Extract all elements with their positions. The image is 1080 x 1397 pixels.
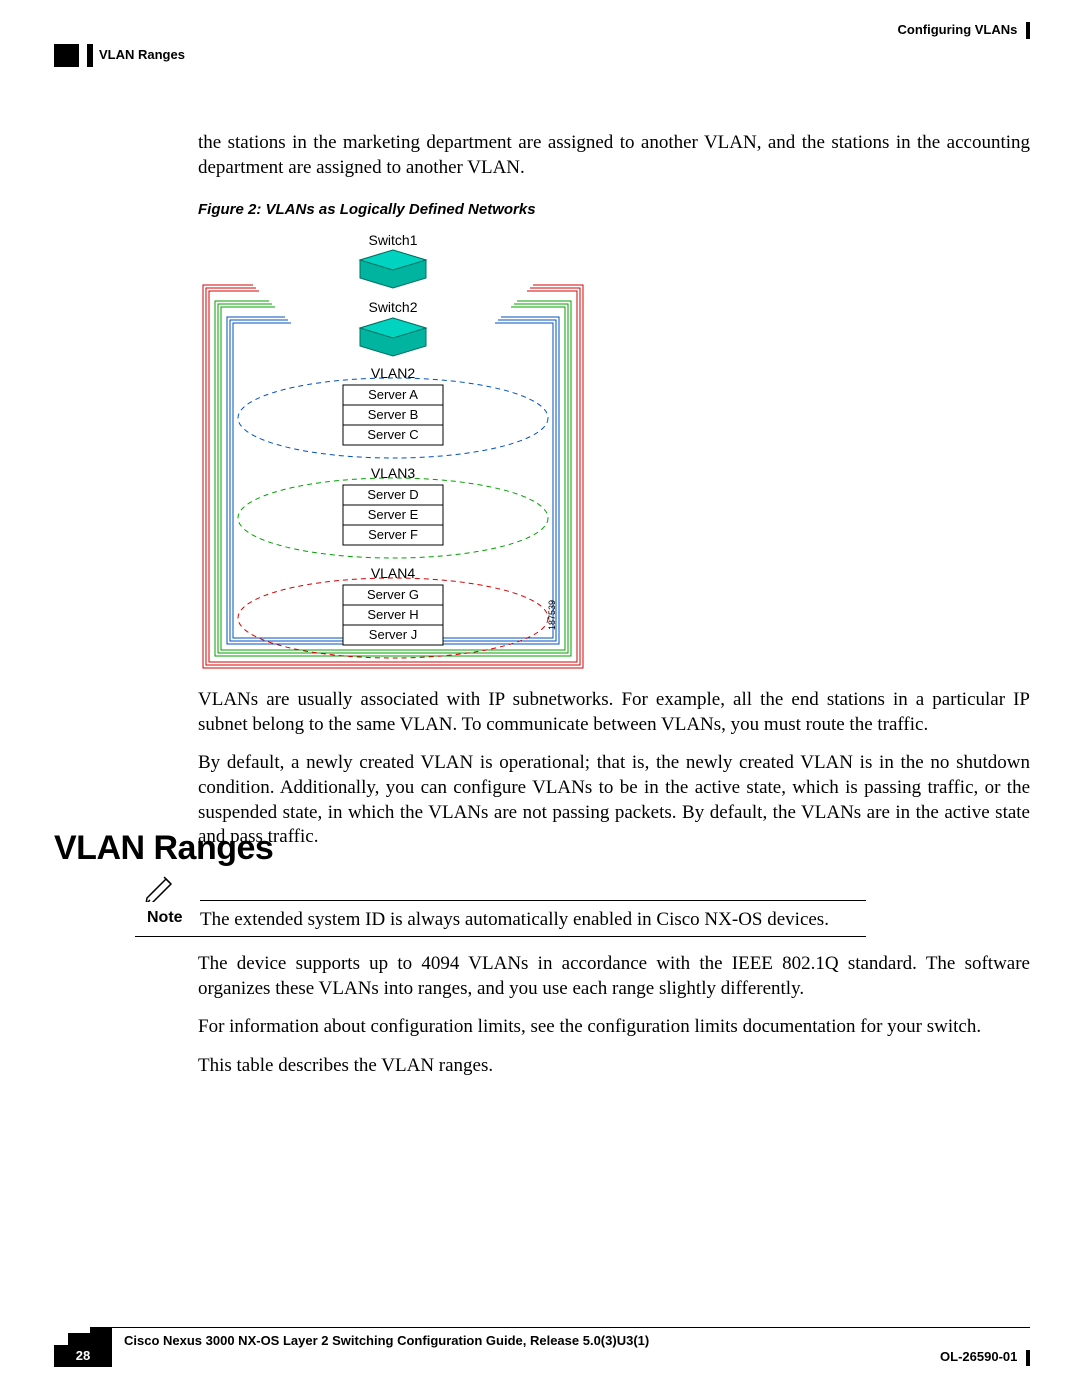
page-number: 28 [54,1345,112,1367]
server-b: Server B [368,407,419,422]
pencil-icon [144,874,176,902]
chapter-title: Configuring VLANs [897,22,1030,39]
section-p2: For information about configuration limi… [198,1015,1030,1040]
footer-book-title: Cisco Nexus 3000 NX-OS Layer 2 Switching… [124,1333,649,1350]
page-header: Configuring VLANs VLAN Ranges [54,22,1030,58]
content-column: the stations in the marketing department… [198,131,1030,864]
below-note: The device supports up to 4094 VLANs in … [198,952,1030,1093]
footer-doc-id: OL-26590-01 [940,1349,1030,1366]
footer-bar-icon [1026,1350,1030,1366]
post-figure-p1: VLANs are usually associated with IP sub… [198,688,1030,737]
server-c: Server C [367,427,418,442]
switch2-label: Switch2 [368,299,417,315]
chapter-title-text: Configuring VLANs [897,22,1017,37]
post-figure-p2: By default, a newly created VLAN is oper… [198,751,1030,850]
vlan-diagram: Switch1 Switch2 VLAN2 Server A Server B … [198,230,588,670]
note-text: The extended system ID is always automat… [200,908,829,933]
footer-step-icon [54,1327,112,1345]
intro-paragraph: the stations in the marketing department… [198,131,1030,180]
diagram-svg: Switch1 Switch2 VLAN2 Server A Server B … [198,230,588,670]
server-d: Server D [367,487,418,502]
page-footer: Cisco Nexus 3000 NX-OS Layer 2 Switching… [54,1327,1030,1377]
section-p3: This table describes the VLAN ranges. [198,1054,1030,1079]
note-rule-bottom [135,936,866,937]
header-bar-icon [1026,22,1030,39]
header-chip-icon [87,44,93,67]
figure-id: 187539 [547,600,557,630]
section-p1: The device supports up to 4094 VLANs in … [198,952,1030,1001]
header-square-icon [54,44,79,67]
doc-id-text: OL-26590-01 [940,1349,1017,1364]
server-g: Server G [367,587,419,602]
note-rule-top [200,900,866,901]
switch1-label: Switch1 [368,232,417,248]
section-indicator: VLAN Ranges [54,44,185,67]
server-j: Server J [369,627,417,642]
server-e: Server E [368,507,419,522]
footer-rule [112,1327,1030,1328]
server-h: Server H [367,607,418,622]
note-label: Note [147,908,183,929]
server-a: Server A [368,387,418,402]
vlan-ranges-heading: VLAN Ranges [54,826,273,870]
figure-caption: Figure 2: VLANs as Logically Defined Net… [198,200,1030,220]
server-f: Server F [368,527,418,542]
section-title: VLAN Ranges [99,47,185,64]
